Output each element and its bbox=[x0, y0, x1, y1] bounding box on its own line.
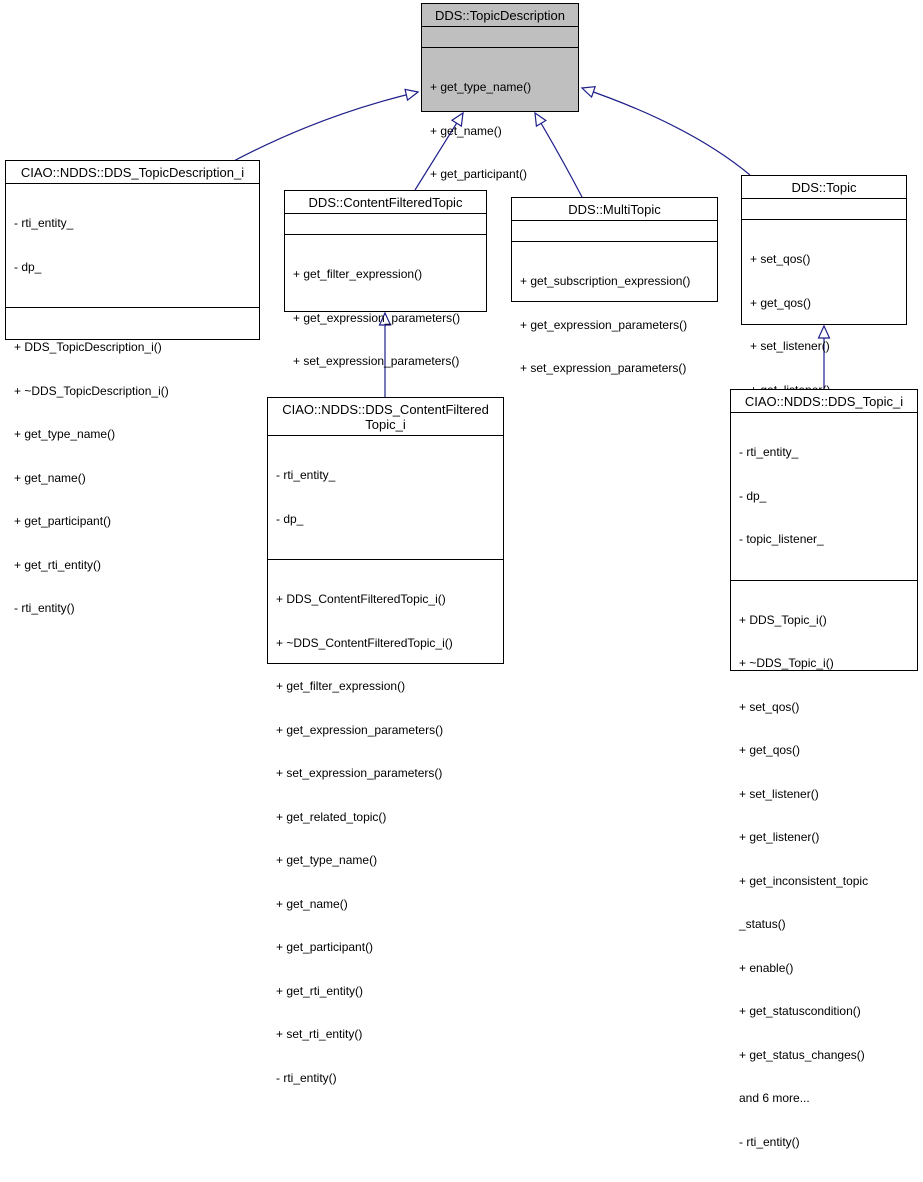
inheritance-arrowhead-icon bbox=[405, 89, 418, 100]
class-title: CIAO::NDDS::DDS_ContentFiltered Topic_i bbox=[268, 398, 503, 436]
edge-line bbox=[230, 92, 418, 163]
class-methods: + DDS_ContentFilteredTopic_i() + ~DDS_Co… bbox=[268, 560, 503, 1118]
edge-line bbox=[582, 88, 750, 175]
inheritance-edge bbox=[582, 87, 750, 175]
class-title: CIAO::NDDS::DDS_TopicDescription_i bbox=[6, 161, 259, 184]
class-title: DDS::Topic bbox=[742, 176, 906, 199]
class-attributes: - rti_entity_ - dp_ - topic_listener_ bbox=[731, 413, 917, 581]
class-title: DDS::ContentFilteredTopic bbox=[285, 191, 486, 214]
class-topic-description[interactable]: DDS::TopicDescription + get_type_name() … bbox=[421, 3, 579, 112]
class-topic[interactable]: DDS::Topic + set_qos() + get_qos() + set… bbox=[741, 175, 907, 325]
class-attributes bbox=[285, 214, 486, 235]
class-methods: + DDS_Topic_i() + ~DDS_Topic_i() + set_q… bbox=[731, 581, 917, 1182]
class-multi-topic[interactable]: DDS::MultiTopic + get_subscription_expre… bbox=[511, 197, 718, 302]
class-dds-topic-description-i[interactable]: CIAO::NDDS::DDS_TopicDescription_i - rti… bbox=[5, 160, 260, 340]
class-title: CIAO::NDDS::DDS_Topic_i bbox=[731, 390, 917, 413]
class-content-filtered-topic[interactable]: DDS::ContentFilteredTopic + get_filter_e… bbox=[284, 190, 487, 312]
inheritance-edge bbox=[230, 89, 418, 163]
class-dds-topic-i[interactable]: CIAO::NDDS::DDS_Topic_i - rti_entity_ - … bbox=[730, 389, 918, 671]
class-methods: + get_subscription_expression() + get_ex… bbox=[512, 242, 717, 409]
class-attributes: - rti_entity_ - dp_ bbox=[268, 436, 503, 560]
class-methods: + DDS_TopicDescription_i() + ~DDS_TopicD… bbox=[6, 308, 259, 649]
class-attributes: - rti_entity_ - dp_ bbox=[6, 184, 259, 308]
class-title: DDS::MultiTopic bbox=[512, 198, 717, 221]
class-title: DDS::TopicDescription bbox=[422, 4, 578, 27]
class-dds-content-filtered-topic-i[interactable]: CIAO::NDDS::DDS_ContentFiltered Topic_i … bbox=[267, 397, 504, 664]
class-attributes bbox=[422, 27, 578, 48]
class-attributes bbox=[742, 199, 906, 220]
inheritance-arrowhead-icon bbox=[582, 87, 595, 97]
class-attributes bbox=[512, 221, 717, 242]
